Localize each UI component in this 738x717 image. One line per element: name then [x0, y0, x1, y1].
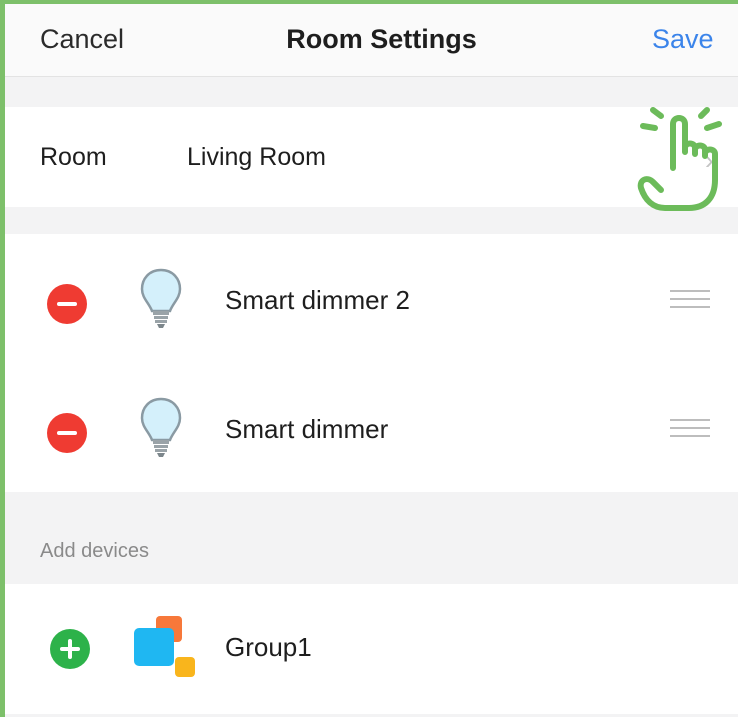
device-list: Smart dimmer 2 Smart dimmer — [5, 234, 738, 492]
lightbulb-icon — [140, 268, 182, 328]
save-button[interactable]: Save — [652, 22, 714, 56]
list-item: Group1 — [5, 584, 738, 714]
navigation-bar: Cancel Room Settings Save — [5, 4, 738, 77]
add-devices-header: Add devices — [40, 540, 149, 562]
group-name: Group1 — [225, 632, 312, 662]
group-icon — [134, 616, 195, 677]
room-value: Living Room — [187, 143, 326, 171]
device-name: Smart dimmer 2 — [225, 285, 410, 315]
list-item: Smart dimmer — [5, 363, 738, 492]
room-label: Room — [40, 143, 107, 171]
reorder-handle-icon[interactable] — [670, 419, 710, 439]
lightbulb-icon — [140, 397, 182, 457]
chevron-right-icon: › — [705, 145, 714, 175]
remove-device-button[interactable] — [47, 284, 87, 324]
cancel-button[interactable]: Cancel — [40, 22, 124, 56]
room-settings-screen: Cancel Room Settings Save Room Living Ro… — [0, 0, 738, 717]
remove-device-button[interactable] — [47, 413, 87, 453]
add-device-button[interactable] — [50, 629, 90, 669]
page-title: Room Settings — [286, 24, 477, 54]
device-name: Smart dimmer — [225, 414, 389, 444]
list-item: Smart dimmer 2 — [5, 234, 738, 363]
room-selector-row[interactable]: Room Living Room › — [5, 107, 738, 207]
reorder-handle-icon[interactable] — [670, 290, 710, 310]
